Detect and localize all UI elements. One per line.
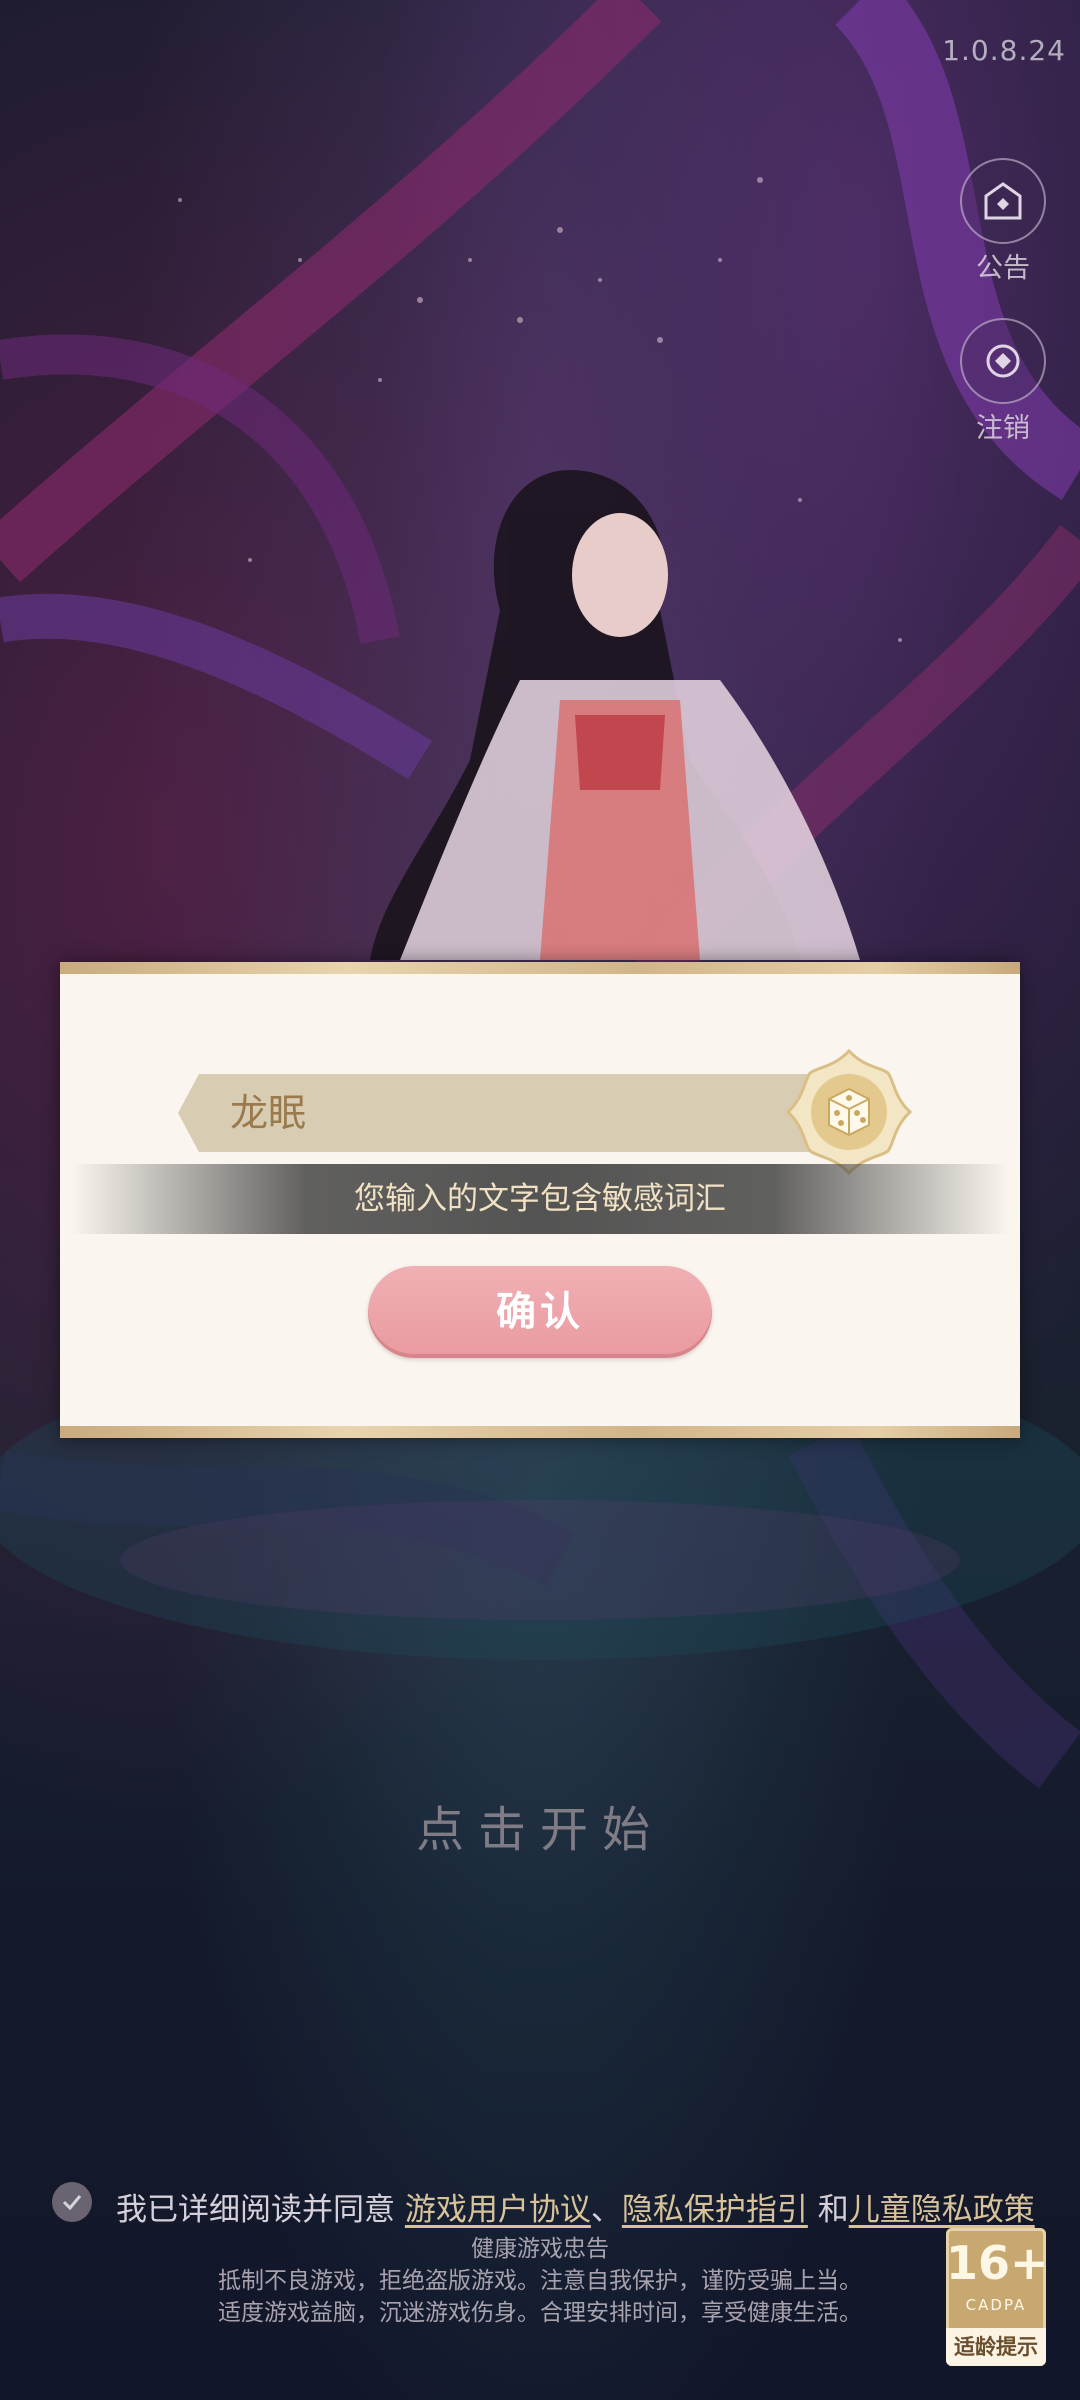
health-notice-title: 健康游戏忠告 — [471, 2236, 609, 2262]
agreement-text: 我已详细阅读并同意 游戏用户协议、隐私保护指引 和儿童隐私政策 — [116, 2184, 1035, 2229]
child-privacy-link[interactable]: 儿童隐私政策 — [849, 2192, 1035, 2228]
notice-button[interactable]: 公告 — [958, 158, 1048, 285]
health-notice-line1: 抵制不良游戏，拒绝盗版游戏。注意自我保护，谨防受骗上当。 — [218, 2268, 862, 2294]
health-notice: 健康游戏忠告 抵制不良游戏，拒绝盗版游戏。注意自我保护，谨防受骗上当。 适度游戏… — [0, 2233, 1080, 2329]
dice-icon — [785, 1048, 913, 1176]
character-name-input[interactable]: 龙眠 — [178, 1074, 878, 1152]
age-rating-number: 16+ — [946, 2236, 1049, 2290]
confirm-button[interactable]: 确认 — [368, 1266, 712, 1358]
name-dialog: 龙眠 您输入的文字包含敏感词汇 确认 — [60, 962, 1020, 1438]
logout-icon — [960, 318, 1046, 404]
character-name-value: 龙眠 — [230, 1091, 307, 1135]
random-name-button[interactable] — [784, 1047, 914, 1177]
user-agreement-link[interactable]: 游戏用户协议 — [405, 2192, 591, 2228]
tap-to-start[interactable]: 点击开始 — [0, 1790, 1080, 1860]
dialog-bottom-border — [60, 1426, 1020, 1438]
logout-label: 注销 — [976, 413, 1030, 444]
notice-label: 公告 — [976, 253, 1030, 284]
agreement-separator: 、 — [590, 2192, 622, 2228]
agreement-and: 和 — [817, 2192, 849, 2228]
logout-button[interactable]: 注销 — [958, 318, 1048, 445]
sensitive-word-warning: 您输入的文字包含敏感词汇 — [72, 1164, 1008, 1234]
age-rating-tip: 适龄提示 — [946, 2328, 1046, 2366]
notice-icon — [960, 158, 1046, 244]
privacy-guide-link[interactable]: 隐私保护指引 — [622, 2192, 808, 2228]
agreement-row: 我已详细阅读并同意 游戏用户协议、隐私保护指引 和儿童隐私政策 — [52, 2180, 1052, 2230]
agreement-checkbox[interactable] — [52, 2182, 92, 2222]
dialog-top-border — [60, 962, 1020, 974]
version-label: 1.0.8.24 — [942, 34, 1066, 67]
age-rating-org: CADPA — [965, 2296, 1027, 2314]
health-notice-line2: 适度游戏益脑，沉迷游戏伤身。合理安排时间，享受健康生活。 — [218, 2300, 862, 2326]
check-icon — [62, 2195, 82, 2211]
age-rating-badge[interactable]: 16+ CADPA 适龄提示 — [946, 2228, 1049, 2366]
agreement-prefix: 我已详细阅读并同意 — [116, 2192, 395, 2228]
